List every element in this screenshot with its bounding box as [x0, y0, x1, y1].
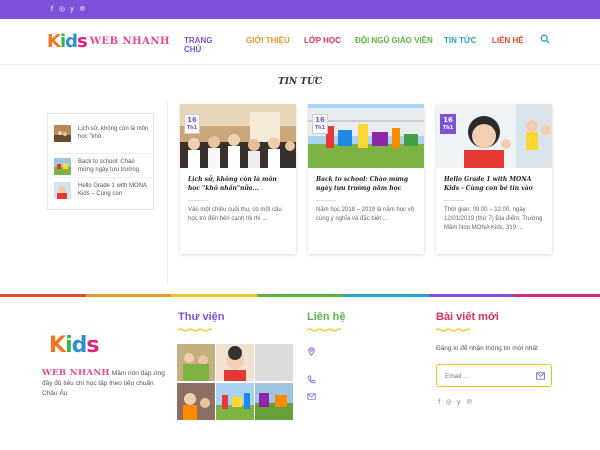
recent-posts-widget: Lịch sử, không còn là môn học "khô Back … — [47, 113, 154, 210]
footer-logo-kids: Kids — [49, 333, 99, 358]
post-thumbnail — [54, 125, 71, 142]
newsletter-form — [436, 364, 552, 387]
date-badge: 16 Th1 — [312, 114, 328, 134]
site-header: Kids WEB NHANH TRANG CHỦ GIỚI THIỆU LỚP … — [0, 19, 600, 65]
footer-description: WEB NHANH Mầm non đáp ứng đầy đủ tiêu ch… — [42, 368, 165, 397]
section-title: TIN TỨC — [278, 77, 322, 87]
search-icon[interactable] — [540, 34, 550, 44]
facebook-icon[interactable]: f — [438, 398, 440, 406]
footer-socials: f ◎ y ℗ — [438, 398, 473, 406]
news-card[interactable]: 16 Th1 Hello Grade 1 with MONA Kids - Cùn… — [436, 104, 552, 254]
news-card[interactable]: 16 Th1 Back to school: Chào mừng ngày tựu… — [308, 104, 424, 254]
sidebar-post-title: Lịch sử, không còn là môn học "khô — [78, 126, 149, 140]
email-input[interactable] — [445, 371, 525, 381]
title-divider — [444, 200, 464, 201]
heading-underline — [178, 328, 212, 332]
sidebar-post[interactable]: Lịch sử, không còn là môn học "khô — [54, 125, 150, 151]
phone-icon — [307, 375, 316, 384]
logo-kids: Kids — [47, 30, 88, 52]
sidebar-post-title: Back to school: Chào mừng ngày tựu trườn… — [78, 159, 140, 173]
heading-underline — [436, 328, 470, 332]
send-mail-icon[interactable] — [536, 372, 545, 380]
logo-web-nhanh: WEB NHANH — [89, 35, 170, 47]
post-thumbnail — [54, 182, 71, 199]
news-card-excerpt: Thời gian: 09:00 – 12:00, ngày 12/01/201… — [444, 207, 543, 231]
gallery-image[interactable] — [216, 383, 254, 420]
news-card[interactable]: 16 Th1 Lịch sử, không còn là môn học "khô… — [180, 104, 296, 254]
facebook-icon[interactable]: f — [49, 5, 55, 13]
gallery-image[interactable] — [255, 383, 293, 420]
post-thumbnail — [54, 158, 71, 175]
gallery-image[interactable] — [255, 344, 293, 381]
gallery-heading: Thư viện — [178, 311, 225, 323]
nav-gioi-thieu[interactable]: GIỚI THIỆU — [246, 36, 290, 45]
gallery-image[interactable] — [177, 383, 215, 420]
top-socials: f ◎ y ℗ — [49, 5, 86, 13]
date-badge: 16 Th1 — [184, 114, 200, 134]
pinterest-icon[interactable]: ℗ — [79, 5, 86, 13]
pinterest-icon[interactable]: ℗ — [466, 398, 473, 406]
newsletter-text: Đăng kí để nhận thông tin mới nhất — [436, 345, 538, 352]
gallery-image[interactable] — [177, 344, 215, 381]
news-card-excerpt: Năm học 2018 – 2019 là năm học vô cùng ý… — [316, 207, 415, 222]
news-heading: Bài viết mới — [436, 311, 499, 323]
gallery-grid — [177, 344, 294, 421]
twitter-icon[interactable]: y — [69, 5, 75, 13]
nav-trang-chu[interactable]: TRANG CHỦ — [184, 36, 212, 54]
twitter-icon[interactable]: y — [457, 398, 461, 406]
news-card-title[interactable]: Lịch sử, không còn là môn học "khô nhần"… — [188, 175, 290, 193]
sidebar-post[interactable]: Back to school: Chào mừng ngày tựu trườn… — [54, 153, 150, 179]
location-icon — [308, 347, 315, 356]
news-card-title[interactable]: Hello Grade 1 with MONA Kids - Cùng con … — [444, 175, 546, 193]
nav-lien-he[interactable]: LIÊN HỆ — [492, 36, 524, 45]
contact-heading: Liên hệ — [307, 311, 346, 323]
footer-logo-web-nhanh: WEB NHANH — [42, 368, 110, 378]
news-card-title[interactable]: Back to school: Chào mừng ngày tựu trườn… — [316, 175, 418, 193]
mail-icon — [307, 393, 316, 400]
instagram-icon[interactable]: ◎ — [59, 5, 65, 13]
title-divider — [188, 200, 208, 201]
sidebar-post-title: Hello Grade 1 with MONA Kids – Cùng con — [78, 183, 147, 197]
nav-lop-hoc[interactable]: LỚP HỌC — [304, 36, 341, 45]
title-divider — [316, 200, 336, 201]
nav-tin-tuc[interactable]: TIN TỨC — [444, 36, 476, 45]
footer-logo[interactable]: Kids — [49, 333, 99, 358]
rainbow-divider — [0, 294, 600, 297]
heading-underline — [307, 328, 341, 332]
top-bar: f ◎ y ℗ — [0, 0, 600, 19]
date-badge: 16 Th1 — [440, 114, 456, 134]
site-logo[interactable]: Kids WEB NHANH — [47, 30, 170, 52]
sidebar-post[interactable]: Hello Grade 1 with MONA Kids – Cùng con — [54, 177, 150, 203]
gallery-image[interactable] — [216, 344, 254, 381]
instagram-icon[interactable]: ◎ — [445, 398, 451, 406]
news-card-excerpt: Vào một chiều cuối thu, có một cậu học t… — [188, 207, 282, 222]
nav-doi-ngu-giao-vien[interactable]: ĐỘI NGŨ GIÁO VIÊN — [355, 36, 433, 45]
content-divider — [167, 100, 168, 285]
